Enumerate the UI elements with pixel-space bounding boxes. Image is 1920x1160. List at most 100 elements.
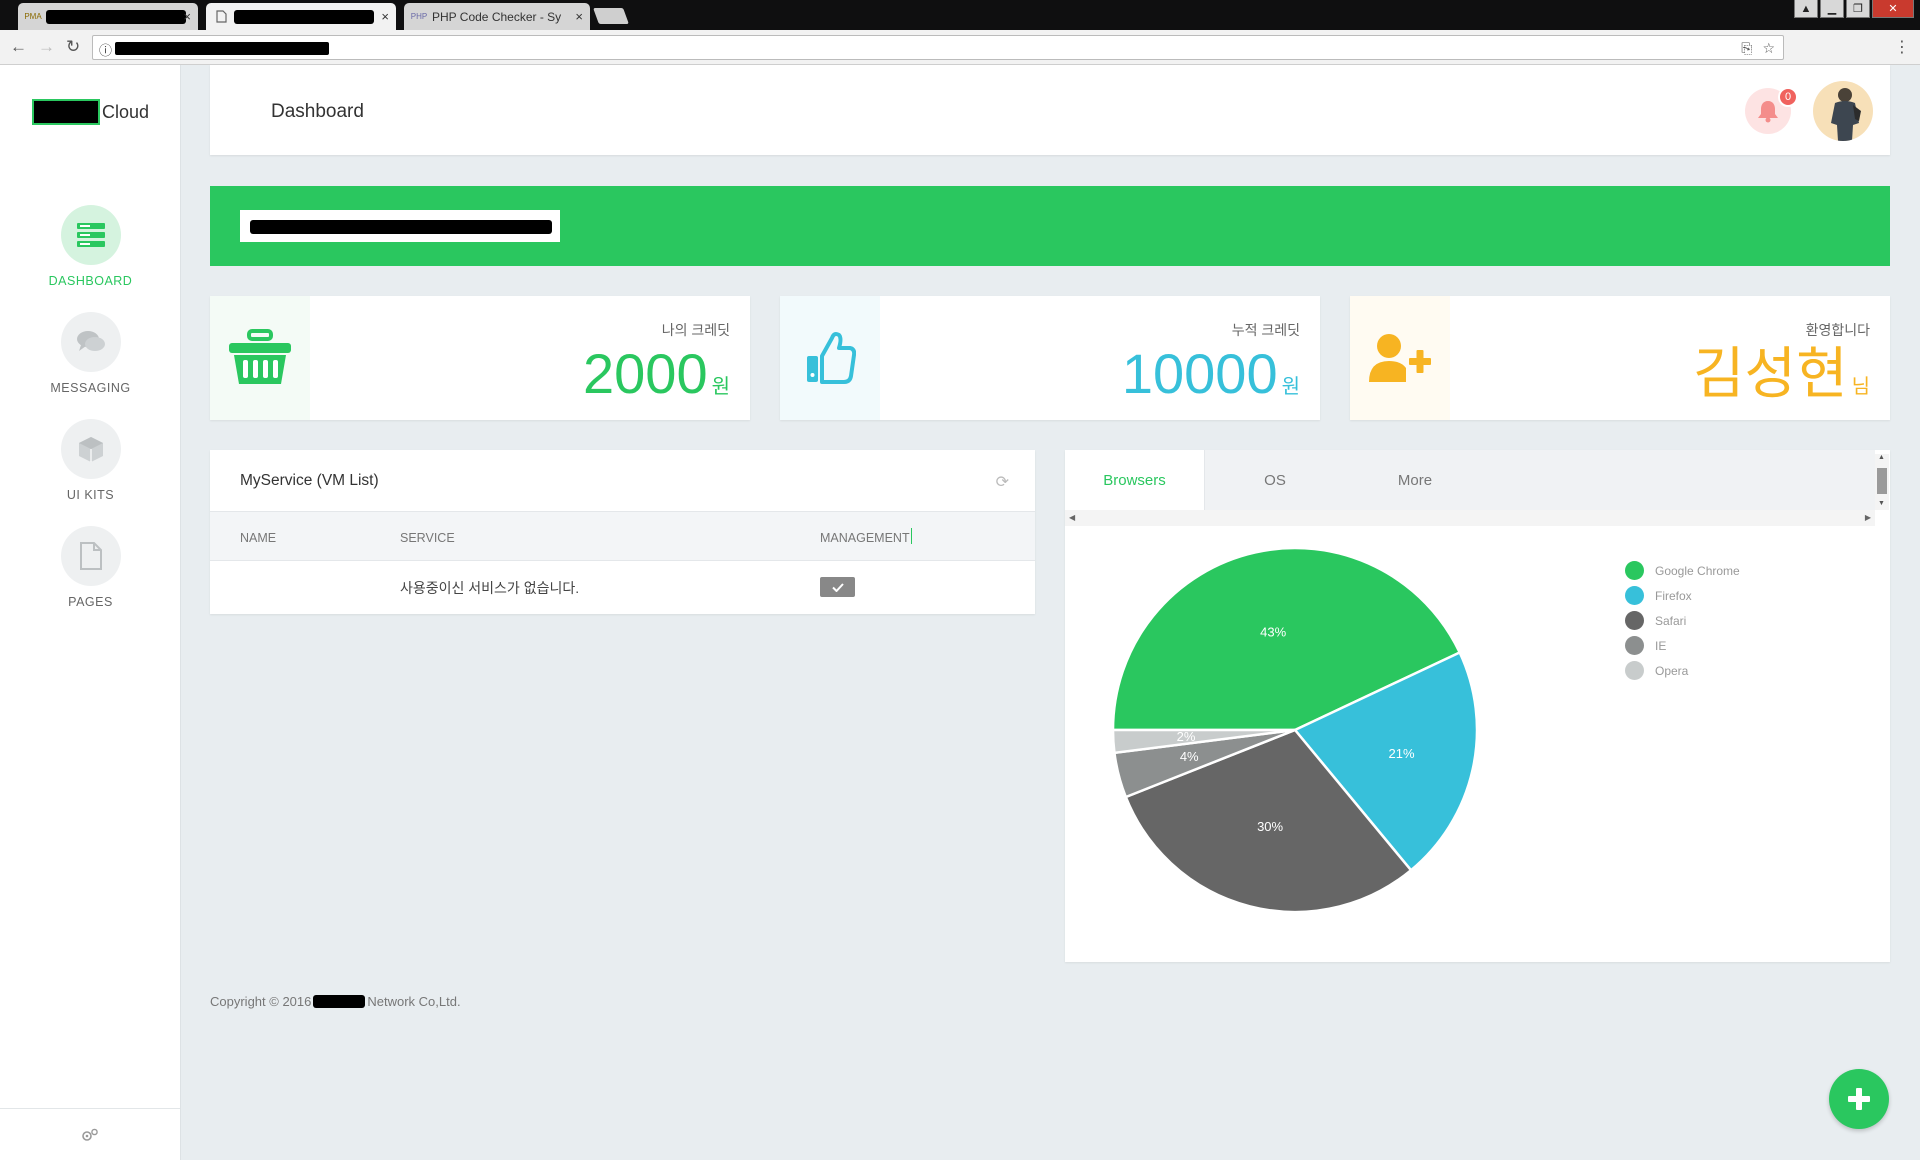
scroll-down-icon[interactable]: ▼ — [1878, 500, 1885, 507]
translate-icon[interactable]: ⎘ — [1741, 40, 1752, 57]
site-info-icon[interactable]: ⓘ — [99, 40, 112, 59]
legend-item[interactable]: IE — [1625, 633, 1740, 658]
notification-badge: 0 — [1778, 87, 1798, 107]
back-icon[interactable]: ← — [10, 37, 27, 57]
browser-tab-php-checker[interactable]: PHP PHP Code Checker - Sy × — [404, 3, 590, 30]
sidebar-item-label: DASHBOARD — [48, 274, 133, 288]
refresh-icon[interactable]: ⟳ — [996, 472, 1009, 492]
dashboard-icon — [76, 223, 105, 247]
stat-card-my-credit: 나의 크레딧 2000 원 — [210, 296, 750, 420]
app-logo[interactable]: Cloud — [32, 99, 149, 125]
forward-icon[interactable]: → — [38, 37, 55, 57]
stat-unit: 원 — [1281, 376, 1300, 398]
tab-os[interactable]: OS — [1205, 450, 1345, 510]
chat-icon — [76, 331, 105, 351]
copyright-suffix: Network Co,Ltd. — [367, 994, 461, 1009]
scroll-thumb[interactable] — [1877, 468, 1887, 494]
chart-legend: Google Chrome Firefox Safari IE Opera — [1625, 558, 1740, 683]
bookmark-star-icon[interactable]: ☆ — [1762, 40, 1775, 57]
add-floating-button[interactable] — [1829, 1069, 1889, 1129]
minimize-icon[interactable]: ▁ — [1820, 0, 1844, 18]
reload-icon[interactable]: ↻ — [66, 37, 80, 57]
stat-value: 김성현 — [1693, 342, 1848, 405]
vertical-scrollbar[interactable]: ▲ ▼ — [1875, 454, 1889, 510]
column-header-management[interactable]: MANAGEMENT — [820, 531, 910, 545]
cube-icon — [78, 437, 103, 462]
stat-label: 환영합니다 — [1805, 322, 1870, 338]
pie-label: 4% — [1180, 749, 1199, 764]
plus-icon — [1848, 1088, 1870, 1110]
settings-gears-icon[interactable] — [81, 1128, 99, 1142]
sidebar-item-ui-kits[interactable]: UI KITS — [0, 419, 181, 502]
legend-item[interactable]: Firefox — [1625, 583, 1740, 608]
horizontal-scrollbar[interactable]: ◀ ▶ — [1065, 510, 1875, 526]
tab-close-icon[interactable]: × — [575, 9, 583, 24]
redacted-company-name — [313, 995, 366, 1008]
window-controls: ▲ ▁ ❐ ✕ — [1794, 0, 1914, 18]
tab-title: PHP Code Checker - Sy — [432, 9, 562, 24]
address-bar-row: ← → ↻ ⓘ ⎘ ☆ ⋮ — [0, 30, 1920, 65]
page-title: Dashboard — [271, 101, 364, 122]
browser-tab-active[interactable]: × — [206, 3, 396, 30]
tab-close-icon[interactable]: × — [183, 9, 191, 24]
stat-value: 2000 — [583, 342, 708, 405]
browser-menu-icon[interactable]: ⋮ — [1894, 37, 1910, 57]
legend-label: Opera — [1655, 663, 1689, 678]
cube-icon-circle — [60, 419, 121, 479]
tab-more[interactable]: More — [1345, 450, 1485, 510]
sidebar-item-messaging[interactable]: MESSAGING — [0, 312, 181, 395]
avatar[interactable] — [1813, 81, 1873, 141]
pie-label: 2% — [1177, 729, 1196, 744]
table-row: 사용중이신 서비스가 없습니다. — [210, 561, 1035, 614]
column-header-name[interactable]: NAME — [240, 531, 276, 545]
tab-close-icon[interactable]: × — [381, 9, 389, 24]
scroll-left-icon[interactable]: ◀ — [1069, 513, 1075, 522]
sidebar: Cloud DASHBOARD MESSAGING UI KITS PAGES — [0, 65, 181, 1160]
legend-item[interactable]: Opera — [1625, 658, 1740, 683]
scroll-up-icon[interactable]: ▲ — [1878, 454, 1885, 461]
profile-icon[interactable]: ▲ — [1794, 0, 1818, 18]
banner-message-box — [240, 210, 560, 242]
legend-label: Google Chrome — [1655, 563, 1740, 578]
stat-label: 나의 크레딧 — [661, 322, 730, 338]
legend-label: Safari — [1655, 613, 1687, 628]
stat-label: 누적 크레딧 — [1231, 322, 1300, 338]
maximize-icon[interactable]: ❐ — [1846, 0, 1870, 18]
legend-swatch-firefox — [1625, 586, 1644, 605]
stat-card-welcome: 환영합니다 김성현 님 — [1350, 296, 1890, 420]
redacted-tab-title — [234, 9, 374, 24]
stat-icon-area — [780, 296, 880, 420]
browser-tab-pma[interactable]: PMA × — [18, 3, 198, 30]
new-tab-button[interactable] — [593, 8, 629, 24]
column-resize-handle[interactable] — [911, 528, 912, 544]
sidebar-item-dashboard[interactable]: DASHBOARD — [0, 205, 181, 288]
browser-pie-chart: 43% 21% 30% 4% 2% — [1111, 546, 1479, 914]
close-window-icon[interactable]: ✕ — [1872, 0, 1914, 18]
legend-item[interactable]: Safari — [1625, 608, 1740, 633]
bell-icon — [1758, 101, 1778, 123]
copyright-footer: Copyright © 2016 Network Co,Ltd. — [210, 994, 461, 1009]
url-input[interactable]: ⓘ ⎘ ☆ — [92, 35, 1784, 60]
legend-item[interactable]: Google Chrome — [1625, 558, 1740, 583]
top-header: Dashboard 0 — [210, 65, 1890, 155]
scroll-right-icon[interactable]: ▶ — [1865, 513, 1871, 522]
redacted-url — [115, 42, 329, 55]
file-icon-circle — [60, 526, 121, 586]
file-icon — [79, 542, 102, 570]
check-icon — [831, 582, 844, 592]
legend-swatch-chrome — [1625, 561, 1644, 580]
tab-browsers[interactable]: Browsers — [1065, 450, 1205, 510]
user-add-icon — [1369, 334, 1431, 382]
announcement-banner — [210, 186, 1890, 266]
logo-text: Cloud — [102, 101, 150, 122]
legend-swatch-ie — [1625, 636, 1644, 655]
sidebar-item-label: MESSAGING — [50, 381, 131, 395]
chart-tabs: Browsers OS More — [1065, 450, 1875, 510]
manage-button[interactable] — [820, 577, 855, 597]
column-header-service[interactable]: SERVICE — [400, 531, 455, 545]
basket-icon — [229, 329, 291, 384]
sidebar-item-pages[interactable]: PAGES — [0, 526, 181, 609]
legend-label: Firefox — [1655, 588, 1692, 603]
browser-stats-panel: Browsers OS More ▲ ▼ ◀ ▶ 43% 21% 30% 4% 2% G… — [1065, 450, 1890, 962]
chat-icon-circle — [60, 312, 121, 372]
